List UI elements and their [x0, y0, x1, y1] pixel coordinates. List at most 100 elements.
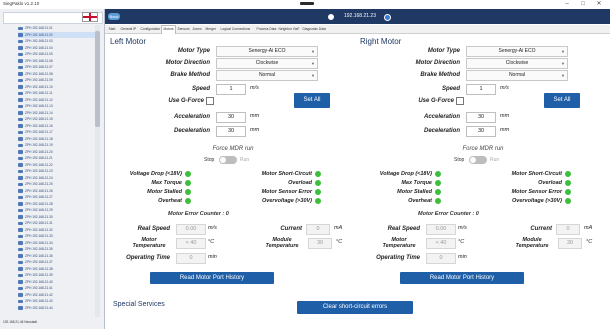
motor-type-select[interactable]: Senergy-Ai ECO ▼ [466, 46, 568, 57]
sidebar-bottom-item[interactable]: 192.168.21.46 Neustadt [3, 318, 101, 327]
ip-address: 192.168.21.23 [344, 13, 376, 19]
scrollbar-thumb[interactable] [95, 31, 100, 127]
max-torque-indicator [435, 180, 441, 186]
force-mdr-run-toggle[interactable] [469, 156, 487, 164]
speed-label: Speed [441, 86, 460, 92]
tree-item-label: ZPH 192.168.21.39 [25, 273, 53, 277]
acceleration-input[interactable]: 30 [216, 112, 246, 123]
tree-item-label: ZPH 192.168.21.30 [25, 214, 53, 219]
tab-sensors[interactable]: Sensors [176, 26, 191, 33]
overload-label: Overload [538, 180, 562, 186]
device-icon [18, 241, 23, 245]
deceleration-label: Deceleration [423, 128, 460, 134]
tree-item-label: ZPH 192.168.21.17 [25, 130, 53, 134]
panel-title: Right Motor [360, 37, 402, 46]
maximize-button[interactable]: □ [576, 0, 590, 9]
overheat-indicator [185, 198, 191, 204]
tree-item-label: ZPH 192.168.21.24 [25, 175, 53, 180]
tree-item[interactable]: ZPH 192.168.21.44 [18, 305, 96, 312]
tab-neighbor-viaf[interactable]: Neighbor ViaF [277, 26, 301, 33]
connection-status-icon [328, 13, 334, 20]
tab-motors[interactable]: Motors [161, 25, 177, 34]
use-gforce-label: Use G-Force [418, 98, 454, 104]
device-icon [18, 26, 23, 30]
use-gforce-label: Use G-Force [168, 98, 204, 104]
motor-error-counter: Motor Error Counter : 0 [168, 211, 229, 217]
close-button[interactable]: ✕ [592, 0, 606, 9]
motor-direction-select[interactable]: Clockwise ▼ [216, 58, 318, 69]
tab-start[interactable]: Start [107, 26, 117, 33]
tree-item-label: ZPH 192.168.21.20 [25, 149, 53, 154]
panel-title: Left Motor [110, 37, 147, 46]
stop-label: Stop [454, 157, 465, 163]
tree-item-label: ZPH 192.168.21.04 [25, 45, 53, 50]
tree-item-label: ZPH 192.168.21.11 [25, 91, 53, 95]
current-unit: mA [584, 225, 593, 231]
tab-logical-connections[interactable]: Logical Connections [219, 26, 252, 33]
run-label: Run [240, 157, 250, 163]
device-icon [18, 273, 23, 277]
motor-stalled-label: Motor Stalled [147, 189, 182, 195]
left-motor-panel: Left Motor Motor Type Senergy-Ai ECO ▼ Mo… [108, 35, 358, 290]
operating-time-unit: min [208, 254, 217, 260]
force-mdr-run-label: Force MDR run [462, 146, 504, 152]
module-temperature-value: 30 [558, 238, 582, 249]
motor-type-select[interactable]: Senergy-Ai ECO ▼ [216, 46, 318, 57]
window-grip[interactable] [300, 2, 314, 5]
language-flag-icon[interactable] [82, 12, 98, 22]
tree-item-label: ZPH 192.168.21.40 [25, 279, 53, 284]
use-gforce-checkbox[interactable] [206, 97, 214, 105]
motor-direction-select[interactable]: Clockwise ▼ [466, 58, 568, 69]
device-icon [18, 52, 23, 56]
device-icon [18, 221, 23, 225]
overheat-indicator [435, 198, 441, 204]
motor-direction-value: Clockwise [255, 60, 279, 66]
set-all-button[interactable]: Set All [294, 93, 330, 108]
deceleration-input[interactable]: 30 [466, 126, 496, 137]
device-icon [18, 306, 23, 310]
clear-short-circuit-errors-button[interactable]: Clear short-circuit errors [297, 301, 413, 314]
tab-merger[interactable]: Merger [204, 26, 217, 33]
tree-item-label: ZPH 192.168.21.34 [25, 240, 53, 245]
device-sidebar: ZPH 192.168.21.01 ZPH 192.168.21.02 ZPH 19… [0, 9, 105, 329]
tab-zones[interactable]: Zones [191, 26, 203, 33]
minimize-button[interactable]: – [560, 0, 574, 9]
tree-item-label: ZPH 192.168.21.44 [25, 305, 53, 310]
tree-item-label: ZPH 192.168.21.09 [25, 78, 53, 82]
speed-unit: m/s [250, 85, 259, 91]
acceleration-input[interactable]: 30 [466, 112, 496, 123]
motor-temperature-label: Motor Temperature [378, 237, 420, 249]
ip-info-icon[interactable] [384, 13, 391, 21]
set-all-button[interactable]: Set All [544, 93, 580, 108]
force-mdr-run-label: Force MDR run [212, 146, 254, 152]
tab-configuration[interactable]: Configuration [139, 26, 162, 33]
overheat-label: Overheat [408, 198, 432, 204]
module-temp-line2: Temperature [265, 243, 299, 249]
device-icon [18, 33, 23, 37]
speed-input[interactable]: 1 [466, 84, 496, 95]
force-mdr-run-toggle[interactable] [219, 156, 237, 164]
speed-unit: m/s [500, 85, 509, 91]
tab-diagnostic-data[interactable]: Diagnostic Data [301, 26, 327, 33]
tree-item-label: ZPH 192.168.21.22 [25, 162, 53, 167]
deceleration-unit: mm [250, 127, 260, 133]
motor-temperature-unit: °C [208, 239, 215, 245]
deceleration-input[interactable]: 30 [216, 126, 246, 137]
overheat-label: Overheat [158, 198, 182, 204]
tab-general-ip[interactable]: General IP [119, 26, 138, 33]
sidebar-scrollbar[interactable] [95, 25, 100, 317]
use-gforce-checkbox[interactable] [456, 97, 464, 105]
read-motor-port-history-button[interactable]: Read Motor Port History [400, 272, 524, 284]
tree-item-label: ZPH 192.168.21.19 [25, 143, 53, 147]
back-button[interactable]: Back [108, 13, 120, 20]
speed-input[interactable]: 1 [216, 84, 246, 95]
tree-item-label: ZPH 192.168.21.37 [25, 260, 53, 264]
overvoltage-label: Overvoltage (>30V) [262, 198, 312, 204]
read-motor-port-history-button[interactable]: Read Motor Port History [150, 272, 274, 284]
tab-process-data[interactable]: Process Data [255, 26, 278, 33]
tree-item-label: ZPH 192.168.21.31 [25, 221, 53, 225]
acceleration-label: Acceleration [173, 114, 210, 120]
brake-method-select[interactable]: Normal ▼ [216, 70, 318, 81]
device-icon [18, 150, 23, 154]
brake-method-select[interactable]: Normal ▼ [466, 70, 568, 81]
